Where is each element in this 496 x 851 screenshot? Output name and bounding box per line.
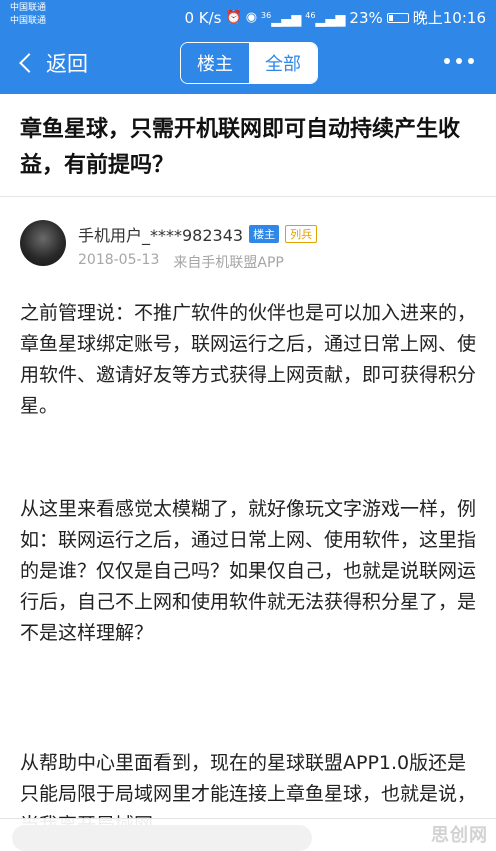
signal-icon-1: 36▂▄▆ (261, 11, 302, 28)
battery-icon (386, 13, 409, 24)
eye-icon: ◉ (245, 10, 258, 26)
author-line: 手机用户_****982343 楼主 列兵 (78, 222, 318, 246)
reply-bar: 思创网 (0, 818, 496, 851)
tab-all[interactable]: 全部 (249, 43, 317, 83)
more-dot (468, 58, 474, 64)
carrier-2: 中国联通 (10, 16, 47, 26)
more-dot (444, 58, 450, 64)
tab-owner[interactable]: 楼主 (181, 43, 249, 83)
avatar[interactable] (20, 220, 66, 266)
rank-badge: 列兵 (285, 225, 318, 243)
watermark: 思创网 (431, 825, 488, 846)
post-paragraph: 之前管理说：不推广软件的伙伴也是可以加入进来的，章鱼星球绑定账号，联网运行之后，… (20, 302, 477, 417)
back-button[interactable]: 返回 (16, 48, 88, 78)
alarm-icon: ⏰ (225, 10, 242, 26)
carrier-1: 中国联通 (10, 3, 47, 13)
carrier-info: 中国联通 中国联通 (10, 2, 46, 28)
more-options-icon[interactable] (444, 58, 474, 64)
status-bar: 中国联通 中国联通 0 K/s ⏰ ◉ 36▂▄▆ 46▂▄▆ 23% 晚上10… (0, 0, 496, 32)
more-dot (456, 58, 462, 64)
post-date: 2018-05-13 (78, 252, 160, 268)
network-speed: 0 K/s (184, 9, 222, 28)
author-filter-toggle: 楼主 全部 (180, 42, 318, 84)
battery-percent: 23% (349, 9, 383, 28)
owner-badge: 楼主 (249, 225, 280, 243)
back-label: 返回 (46, 52, 88, 76)
post-source: 来自手机联盟APP (173, 255, 284, 271)
post-title: 章鱼星球，只需开机联网即可自动持续产生收益，有前提吗？ (20, 117, 461, 178)
reply-input[interactable] (12, 825, 312, 851)
post-meta: 2018-05-13 来自手机联盟APP (78, 252, 284, 272)
network-type-1: 36 (261, 11, 272, 20)
signal-icon-2: 46▂▄▆ (305, 11, 346, 28)
nav-bar: 返回 楼主 全部 (0, 32, 496, 94)
status-indicators: 0 K/s ⏰ ◉ 36▂▄▆ 46▂▄▆ 23% 晚上10:16 (184, 6, 486, 30)
chevron-left-icon (19, 53, 39, 73)
post-paragraph: 从这里来看感觉太模糊了，就好像玩文字游戏一样，例如：联网运行之后，通过日常上网、… (20, 498, 477, 644)
network-type-2: 46 (305, 11, 316, 20)
clock: 晚上10:16 (412, 9, 486, 28)
author-name[interactable]: 手机用户_****982343 (78, 222, 243, 246)
title-divider (0, 196, 496, 197)
